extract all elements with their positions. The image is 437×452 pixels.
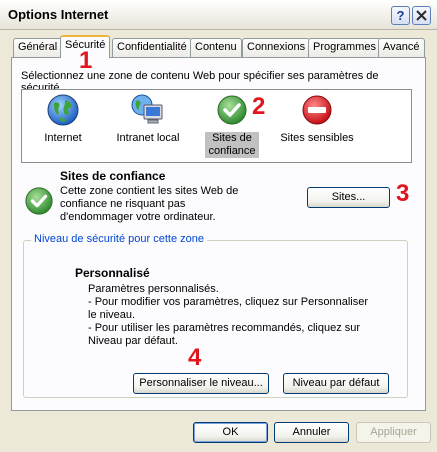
selected-zone-title: Sites de confiance	[60, 169, 166, 183]
sites-button[interactable]: Sites...	[307, 187, 390, 208]
network-computer-icon	[131, 94, 163, 124]
security-level-line: Paramètres personnalisés.	[88, 283, 219, 295]
zone-local-intranet[interactable]: Intranet local	[102, 92, 194, 145]
window-title: Options Internet	[8, 7, 109, 22]
annotation-4: 4	[188, 344, 202, 371]
tab-programs[interactable]: Programmes	[308, 38, 381, 57]
zone-label: Internet	[44, 132, 82, 144]
close-button[interactable]	[412, 6, 431, 25]
ok-button[interactable]: OK	[193, 422, 268, 443]
security-level-description: Paramètres personnalisés. - Pour modifie…	[88, 283, 378, 348]
apply-button[interactable]: Appliquer	[356, 422, 431, 443]
security-level-line: - Pour utiliser les paramètres recommand…	[88, 322, 361, 347]
zone-internet[interactable]: Internet	[17, 92, 109, 145]
tab-advanced[interactable]: Avancé	[378, 38, 425, 57]
trusted-zone-icon	[24, 186, 54, 219]
help-button[interactable]: ?	[391, 6, 410, 25]
default-level-button[interactable]: Niveau par défaut	[283, 373, 389, 394]
annotation-3: 3	[396, 180, 410, 207]
tab-privacy[interactable]: Confidentialité	[112, 38, 192, 57]
zone-restricted-sites[interactable]: Sites sensibles	[271, 92, 363, 145]
zone-label: Sites de confiance	[205, 132, 259, 158]
selected-zone-description: Cette zone contient les sites Web de con…	[60, 185, 239, 223]
check-icon	[217, 95, 247, 125]
tab-connections[interactable]: Connexions	[242, 38, 311, 57]
globe-icon	[47, 94, 79, 126]
zone-label: Sites sensibles	[280, 132, 354, 144]
security-level-group-label: Niveau de sécurité pour cette zone	[31, 233, 207, 245]
tab-content[interactable]: Contenu	[190, 38, 242, 57]
customize-level-button[interactable]: Personnaliser le niveau...	[133, 373, 269, 394]
security-level-line: - Pour modifier vos paramètres, cliquez …	[88, 296, 369, 321]
title-bar: Options Internet ?	[0, 0, 437, 30]
close-icon	[416, 10, 427, 21]
restricted-icon	[302, 95, 332, 125]
check-icon	[25, 187, 53, 215]
annotation-1: 1	[79, 47, 93, 74]
zone-label: Intranet local	[116, 132, 180, 144]
cancel-button[interactable]: Annuler	[274, 422, 349, 443]
tab-general[interactable]: Général	[13, 38, 63, 57]
security-level-title: Personnalisé	[75, 266, 150, 280]
annotation-2: 2	[252, 93, 266, 120]
